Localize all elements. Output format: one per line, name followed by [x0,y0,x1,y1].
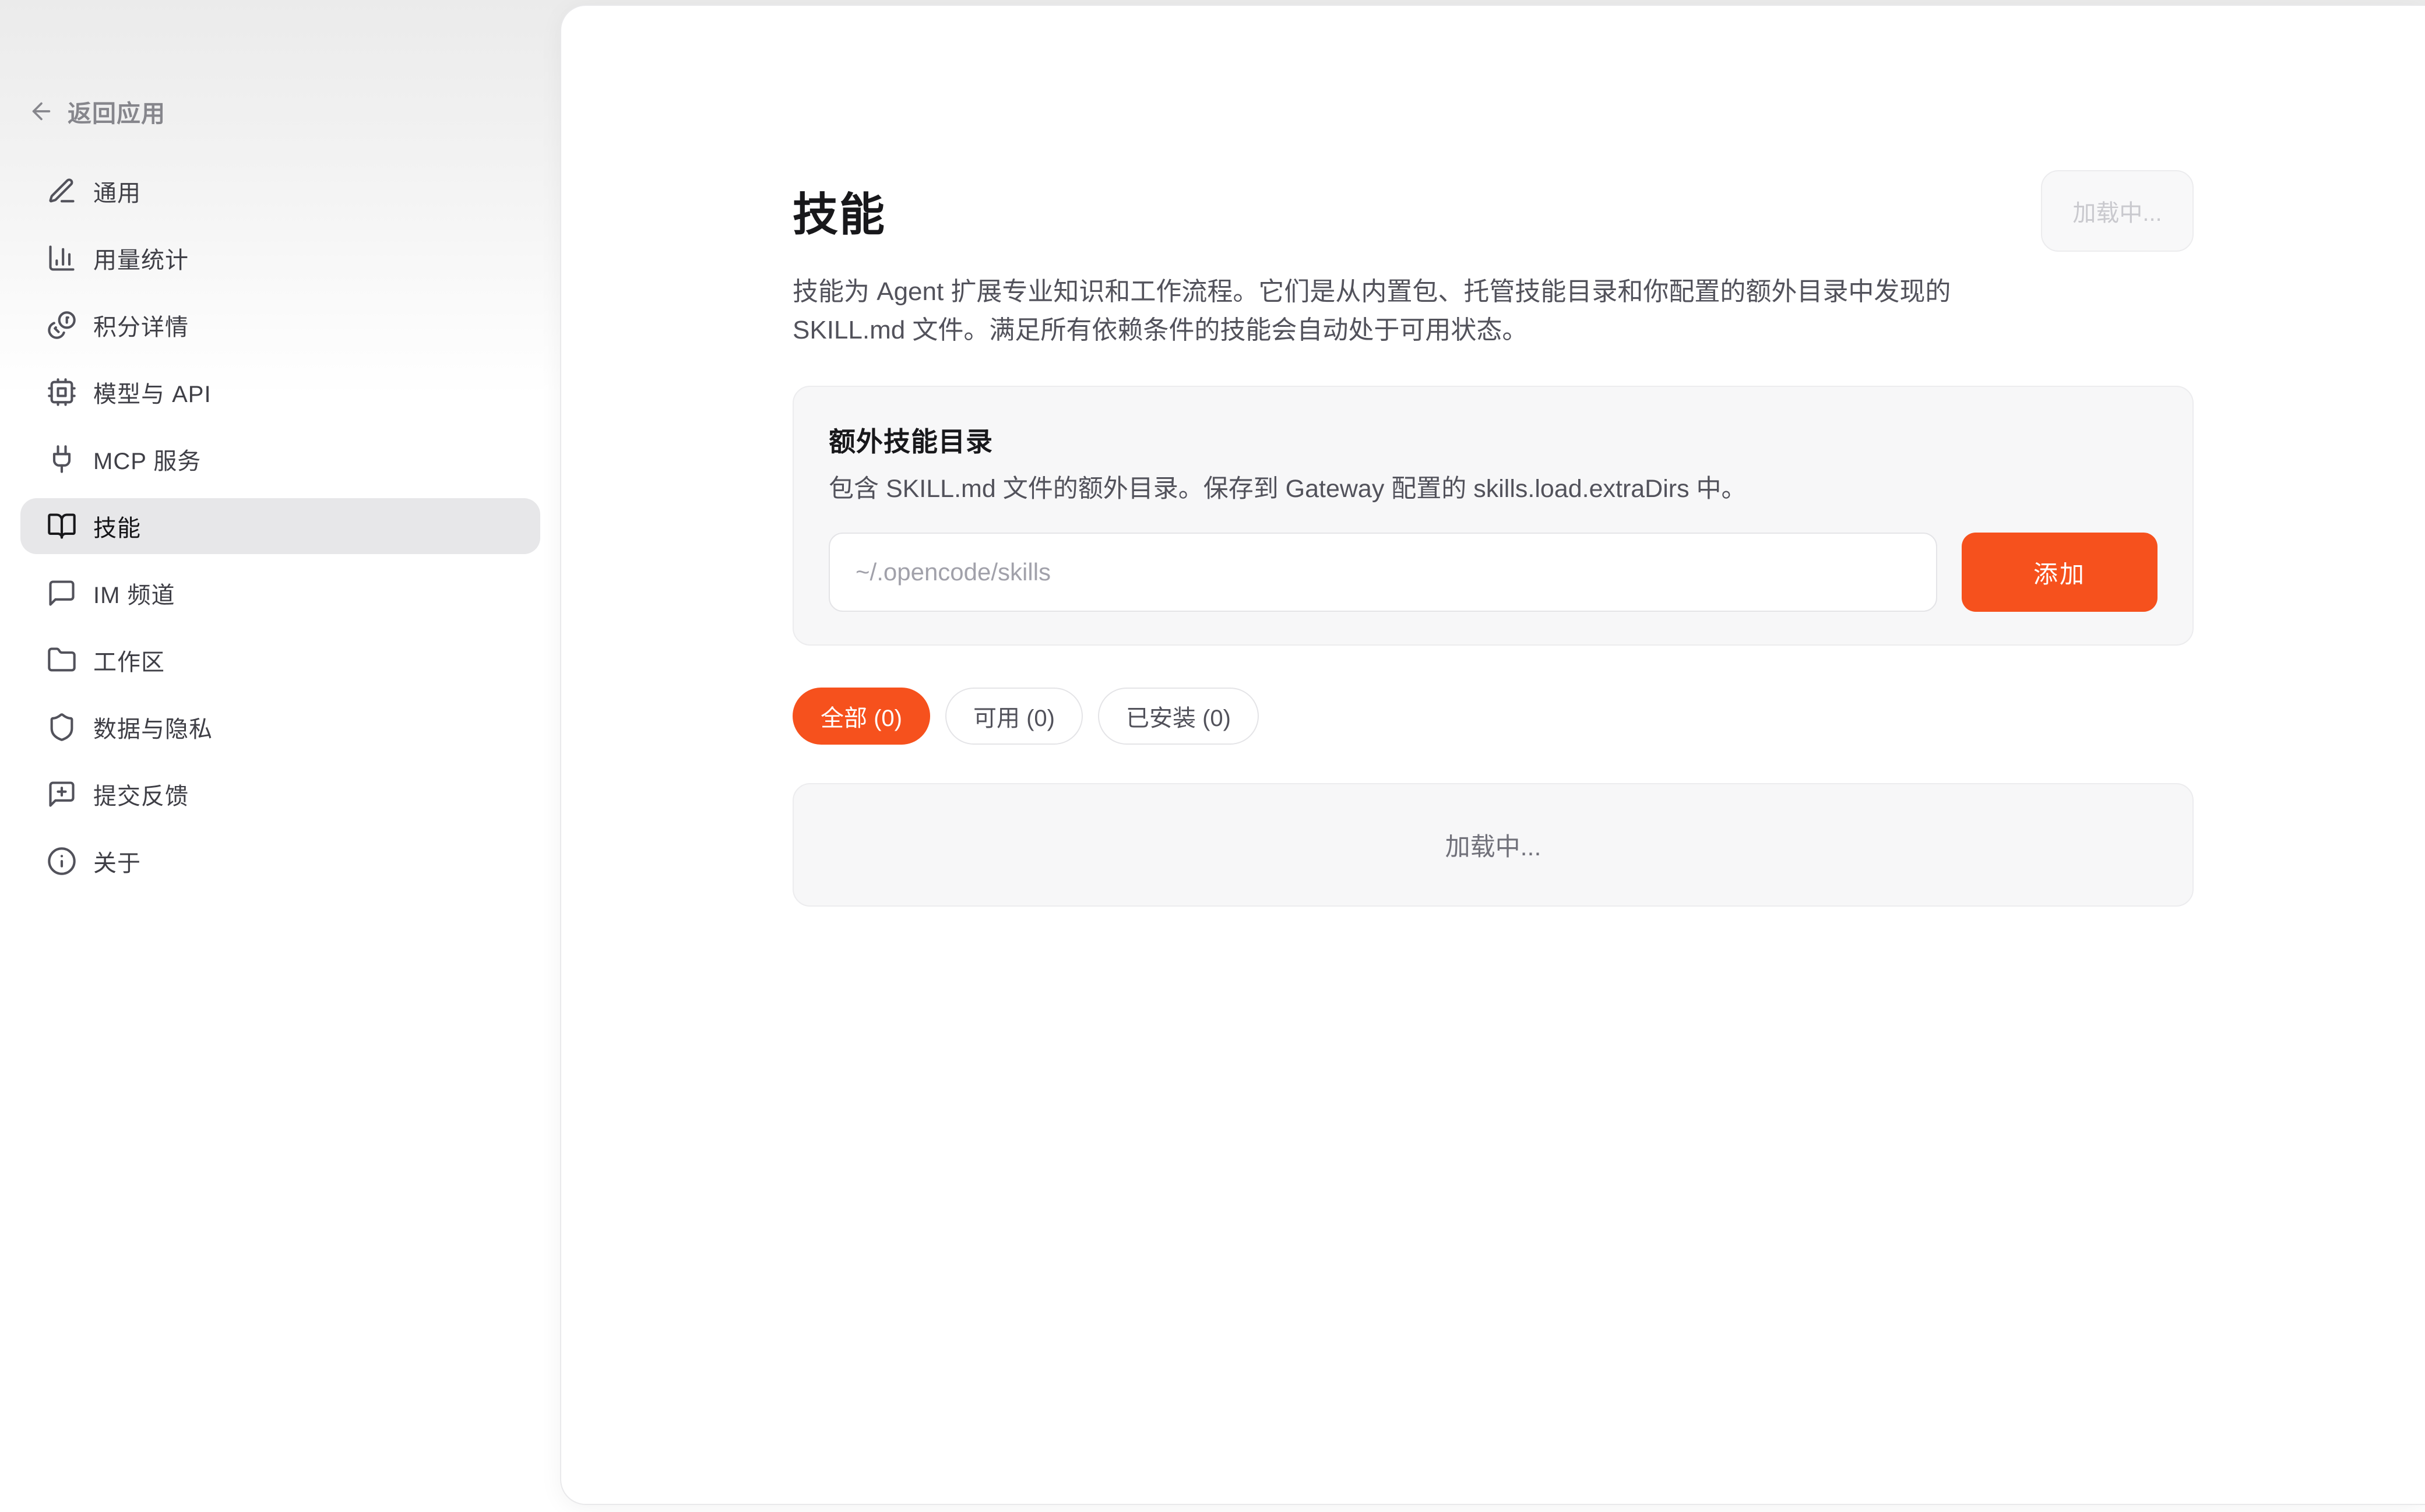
extra-dir-input[interactable] [829,533,1937,612]
filter-all[interactable]: 全部 (0) [793,688,930,745]
sidebar-item-label: MCP 服务 [93,442,201,476]
sidebar-item-label: 积分详情 [93,308,189,342]
folder-icon [47,645,77,675]
sidebar: 返回应用 通用 用量统计 [0,0,560,1512]
sidebar-item-label: 关于 [93,844,141,878]
sidebar-item-about[interactable]: 关于 [20,833,540,889]
sidebar-item-label: 模型与 API [93,375,212,409]
sidebar-item-label: 数据与隐私 [93,710,213,744]
cpu-icon [47,377,77,407]
pencil-icon [47,176,77,206]
arrow-left-icon [28,98,55,125]
filter-installed[interactable]: 已安装 (0) [1098,688,1259,745]
skills-filter-group: 全部 (0) 可用 (0) 已安装 (0) [793,688,2194,745]
sidebar-item-label: 技能 [93,509,141,543]
sidebar-item-general[interactable]: 通用 [20,163,540,219]
sidebar-item-models-api[interactable]: 模型与 API [20,364,540,420]
shield-icon [47,712,77,742]
book-open-icon [47,511,77,541]
back-to-app-label: 返回应用 [68,94,166,129]
page-header: 技能 加载中... [793,170,2194,252]
sidebar-item-skills[interactable]: 技能 [20,498,540,554]
sidebar-item-usage-stats[interactable]: 用量统计 [20,230,540,286]
message-square-icon [47,578,77,608]
header-loading-button[interactable]: 加载中... [2041,170,2194,252]
extra-dirs-card: 额外技能目录 包含 SKILL.md 文件的额外目录。保存到 Gateway 配… [793,386,2194,646]
plug-icon [47,444,77,474]
add-button[interactable]: 添加 [1962,533,2157,612]
back-to-app-button[interactable]: 返回应用 [28,87,166,135]
info-icon [47,846,77,876]
extra-dirs-card-title: 额外技能目录 [829,424,2157,459]
sidebar-item-label: 用量统计 [93,241,189,275]
sidebar-item-mcp[interactable]: MCP 服务 [20,431,540,487]
extra-dir-input-row: 添加 [829,533,2157,612]
extra-dirs-card-description: 包含 SKILL.md 文件的额外目录。保存到 Gateway 配置的 skil… [829,471,2157,507]
skills-page: 技能 加载中... 技能为 Agent 扩展专业知识和工作流程。它们是从内置包、… [793,170,2194,907]
skills-list-loading: 加载中... [793,783,2194,907]
page-title: 技能 [793,178,886,244]
page-description: 技能为 Agent 扩展专业知识和工作流程。它们是从内置包、托管技能目录和你配置… [793,273,2002,350]
sidebar-item-label: 提交反馈 [93,777,189,811]
sidebar-item-im-channels[interactable]: IM 频道 [20,565,540,621]
sidebar-item-data-privacy[interactable]: 数据与隐私 [20,699,540,755]
message-square-plus-icon [47,779,77,809]
sidebar-item-label: 通用 [93,174,141,208]
skills-list-loading-label: 加载中... [1445,827,1541,863]
sidebar-item-workspace[interactable]: 工作区 [20,632,540,688]
filter-available[interactable]: 可用 (0) [945,688,1083,745]
sidebar-item-credits[interactable]: 积分详情 [20,297,540,353]
sidebar-item-label: IM 频道 [93,576,175,610]
bar-chart-icon [47,243,77,273]
sidebar-nav: 通用 用量统计 积分详情 [20,163,540,900]
coins-icon [47,310,77,340]
main-panel: 技能 加载中... 技能为 Agent 扩展专业知识和工作流程。它们是从内置包、… [560,5,2425,1505]
sidebar-item-label: 工作区 [93,643,165,677]
sidebar-item-feedback[interactable]: 提交反馈 [20,766,540,822]
